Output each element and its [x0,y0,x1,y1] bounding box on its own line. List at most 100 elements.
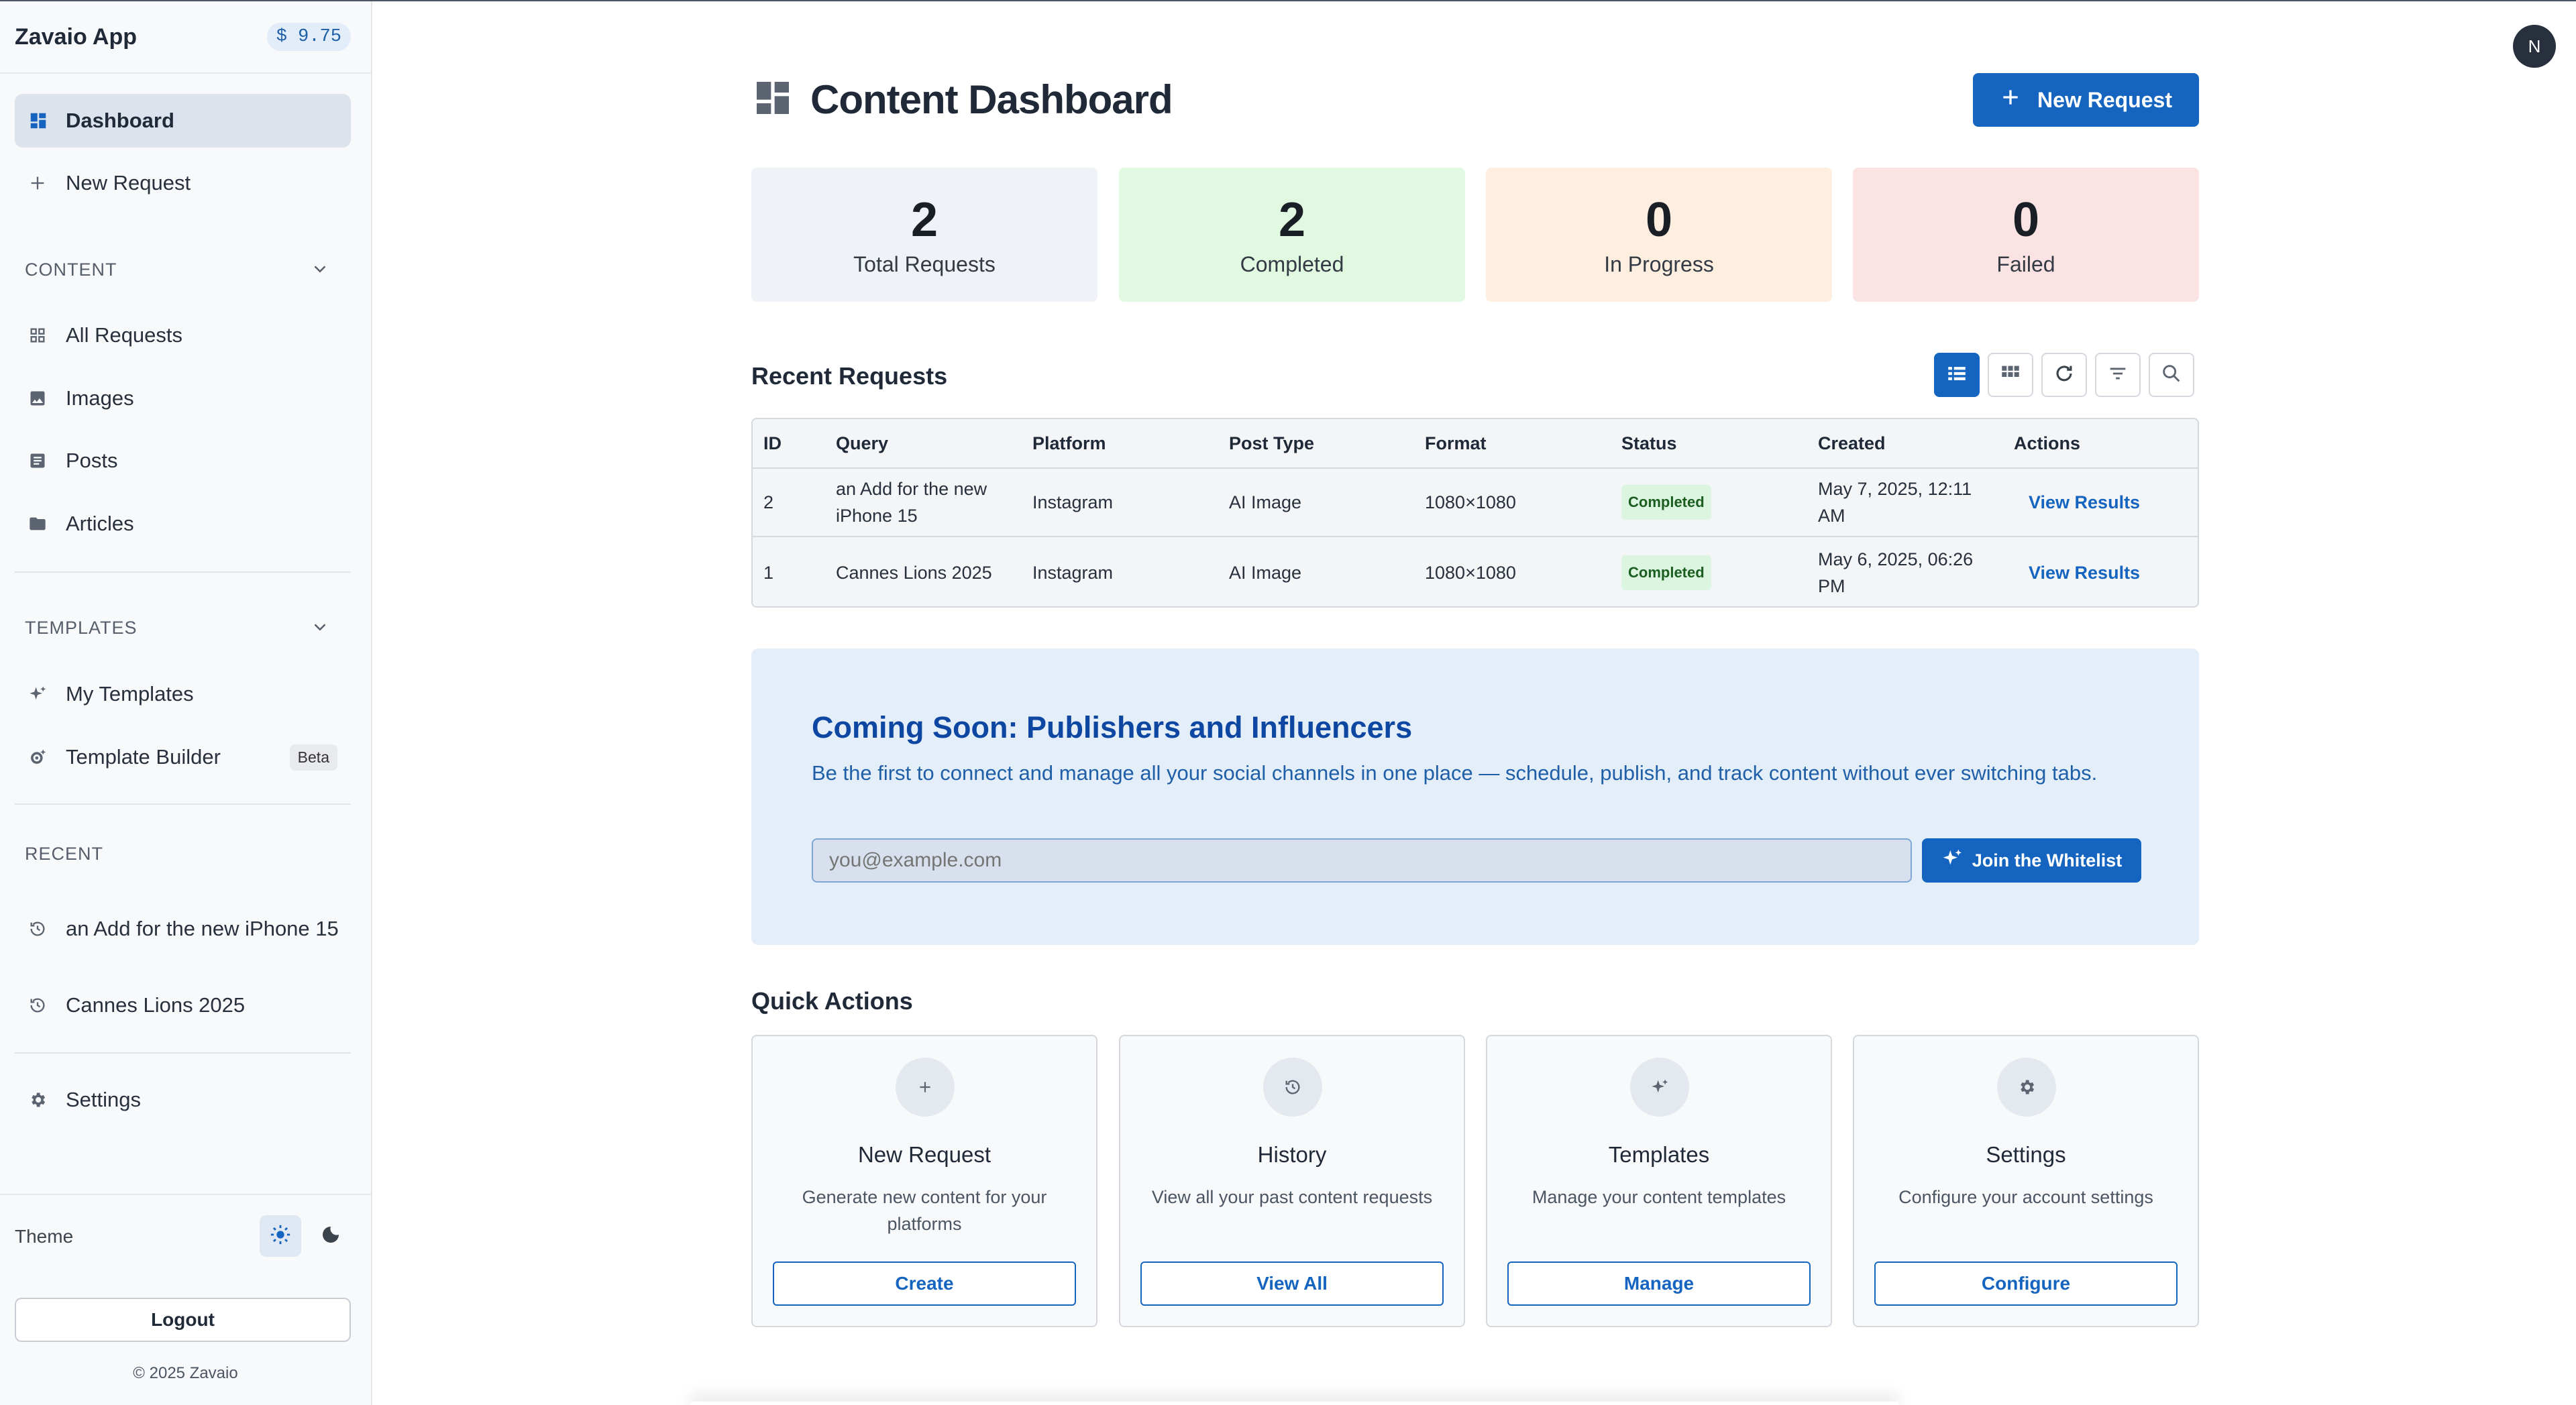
list-view-button[interactable] [1934,353,1980,397]
status-badge: Completed [1621,555,1711,590]
sidebar-item-recent[interactable]: Cannes Lions 2025 [15,978,351,1032]
sidebar-item-my-templates[interactable]: My Templates [15,667,351,721]
sidebar-item-settings[interactable]: Settings [15,1073,351,1127]
quick-action-history: History View all your past content reque… [1119,1035,1465,1327]
view-results-link[interactable]: View Results [2029,469,2140,536]
view-results-label: View Results [2029,492,2141,512]
stat-card-failed: 0 Failed [1853,168,2199,302]
quick-action-settings: Settings Configure your account settings… [1853,1035,2199,1327]
quick-action-description: Configure your account settings [1898,1187,2153,1207]
folder-icon [28,514,66,533]
sidebar-item-label: Cannes Lions 2025 [66,993,246,1017]
table-row[interactable]: 1 Cannes Lions 2025 Instagram AI Image 1… [753,539,2198,606]
cell-created: May 7, 2025, 12:11 AM [1818,479,1972,526]
section-label-recent: RECENT [25,844,104,864]
create-button[interactable]: Create [773,1261,1076,1306]
stat-value: 2 [910,192,938,247]
cell-created: May 6, 2025, 06:26 PM [1818,549,1974,596]
divider [15,1052,351,1054]
sidebar-item-images[interactable]: Images [15,372,351,425]
history-icon [28,996,66,1015]
sidebar-item-label: My Templates [66,682,194,706]
sidebar-item-label: Template Builder [66,745,221,769]
dashboard-icon [751,76,794,123]
banner-description: Be the first to connect and manage all y… [812,761,2098,785]
sidebar-item-label: Dashboard [66,109,174,132]
view-results-label: View Results [2029,563,2141,583]
sidebar-item-label: All Requests [66,323,183,347]
manage-button[interactable]: Manage [1507,1261,1811,1306]
chevron-down-icon[interactable] [310,617,330,640]
sparkle-icon [28,685,66,704]
sidebar-item-all-requests[interactable]: All Requests [15,308,351,362]
stat-label: In Progress [1604,251,1714,276]
sidebar-item-recent[interactable]: an Add for the new iPhone 15 [15,893,351,964]
search-icon [2160,362,2183,388]
stat-card-in-progress: 0 In Progress [1486,168,1832,302]
gear-icon [1997,1058,2056,1117]
balance-badge: $ 9.75 [266,23,351,51]
filter-button[interactable] [2095,353,2141,397]
configure-button[interactable]: Configure [1874,1261,2178,1306]
view-results-link[interactable]: View Results [2029,539,2141,606]
app-name[interactable]: Zavaio App [15,24,137,50]
dashboard-icon [28,111,66,131]
quick-action-description: View all your past content requests [1151,1187,1433,1207]
gear-sparkle-icon [28,748,66,767]
history-icon [28,919,66,938]
theme-label: Theme [15,1226,74,1247]
logout-button[interactable]: Logout [15,1298,351,1342]
chevron-down-icon[interactable] [310,259,330,282]
divider [15,803,351,805]
view-all-button[interactable]: View All [1140,1261,1444,1306]
table-row[interactable]: 2 an Add for the new iPhone 15 Instagram… [753,469,2198,537]
new-request-button-label: New Request [2037,87,2172,112]
plus-icon [28,174,66,192]
column-header: ID [763,433,782,453]
sidebar-item-dashboard[interactable]: Dashboard [15,94,351,148]
email-field[interactable] [812,838,1912,883]
join-whitelist-label: Join the Whitelist [1972,850,2123,870]
search-button[interactable] [2149,353,2194,397]
copyright: © 2025 Zavaio [133,1364,238,1382]
table-header: ID Query Platform Post Type Format Statu… [753,419,2198,469]
view-toolbar [1934,353,2194,397]
column-header: Created [1818,433,1886,453]
stat-label: Completed [1240,251,1344,276]
divider [15,571,351,573]
sidebar-item-label: Settings [66,1088,142,1111]
quick-action-description: Manage your content templates [1532,1187,1786,1207]
status-badge: Completed [1621,485,1711,520]
cell-platform: Instagram [1032,563,1114,583]
light-theme-button[interactable] [260,1215,301,1257]
filter-icon [2106,362,2129,388]
beta-badge: Beta [289,744,337,771]
quick-action-description: Generate new content for your platforms [802,1187,1047,1234]
cell-status: Completed [1621,539,1711,606]
sidebar-item-label: Articles [66,512,134,535]
sidebar-item-new-request[interactable]: New Request [15,156,351,210]
grid-view-button[interactable] [1988,353,2033,397]
sidebar-footer [0,1194,371,1195]
cell-platform: Instagram [1032,492,1114,512]
cell-query: Cannes Lions 2025 [836,563,992,583]
sidebar-item-label: Posts [66,449,118,472]
sidebar-item-template-builder[interactable]: Template Builder Beta [15,730,351,784]
avatar[interactable]: N [2513,25,2556,68]
new-request-button[interactable]: New Request [1973,73,2199,127]
grid-icon [28,326,66,345]
refresh-button[interactable] [2041,353,2087,397]
coming-soon-banner: Coming Soon: Publishers and Influencers … [751,649,2199,945]
sidebar-item-posts[interactable]: Posts [15,434,351,488]
dark-theme-button[interactable] [310,1215,352,1257]
quick-actions-title: Quick Actions [751,987,913,1015]
quick-action-name: Templates [1608,1142,1710,1167]
cell-status: Completed [1621,469,1711,536]
join-whitelist-button[interactable]: Join the Whitelist [1922,838,2141,883]
column-header: Post Type [1229,433,1315,453]
cell-id: 2 [763,492,774,512]
requests-table: ID Query Platform Post Type Format Statu… [751,418,2199,608]
sidebar-item-articles[interactable]: Articles [15,497,351,551]
quick-action-name: New Request [857,1142,991,1167]
sidebar-item-label: New Request [66,171,191,194]
